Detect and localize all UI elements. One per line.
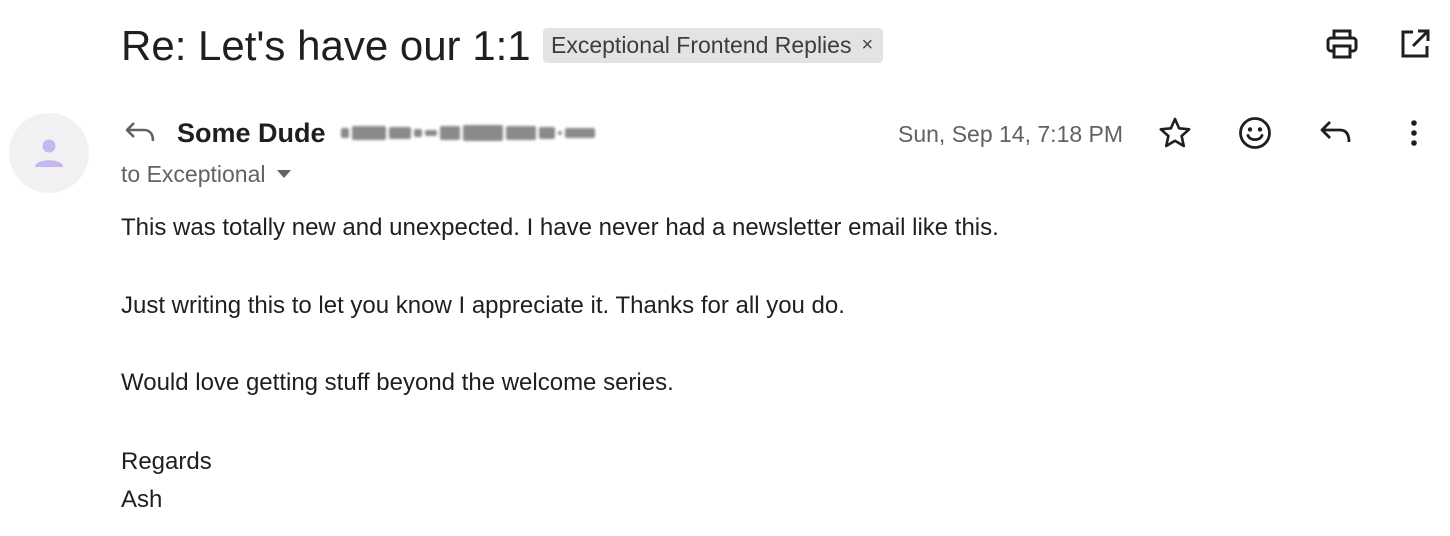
- label-chip-text: Exceptional Frontend Replies: [551, 32, 852, 58]
- message-date: Sun, Sep 14, 7:18 PM: [898, 121, 1124, 147]
- remove-label-icon[interactable]: ×: [861, 34, 873, 57]
- message-body-line-2: Just writing this to let you know I appr…: [121, 292, 845, 319]
- reply-icon[interactable]: [1315, 113, 1355, 153]
- message-body-line-1: This was totally new and unexpected. I h…: [121, 214, 999, 241]
- recipients-dropdown[interactable]: to Exceptional: [121, 159, 292, 189]
- person-icon: [35, 139, 63, 167]
- email-subject: Re: Let's have our 1:1: [121, 22, 531, 69]
- open-in-new-window-icon[interactable]: [1397, 26, 1433, 62]
- emoji-react-icon[interactable]: [1235, 113, 1275, 153]
- sender-avatar[interactable]: [9, 113, 89, 193]
- sender-name[interactable]: Some Dude: [177, 116, 326, 150]
- star-icon[interactable]: [1155, 113, 1195, 153]
- chevron-down-icon: [277, 170, 292, 178]
- message-body-line-3: Would love getting stuff beyond the welc…: [121, 369, 674, 396]
- label-chip[interactable]: Exceptional Frontend Replies ×: [543, 28, 884, 63]
- sender-email-redacted: [341, 122, 629, 144]
- print-icon[interactable]: [1324, 26, 1360, 62]
- message-signature: Ash: [121, 486, 163, 513]
- message-signoff: Regards: [121, 448, 212, 475]
- recipients-label: to Exceptional: [121, 161, 266, 187]
- replied-indicator-icon: [123, 117, 157, 149]
- more-vert-icon[interactable]: [1394, 113, 1434, 153]
